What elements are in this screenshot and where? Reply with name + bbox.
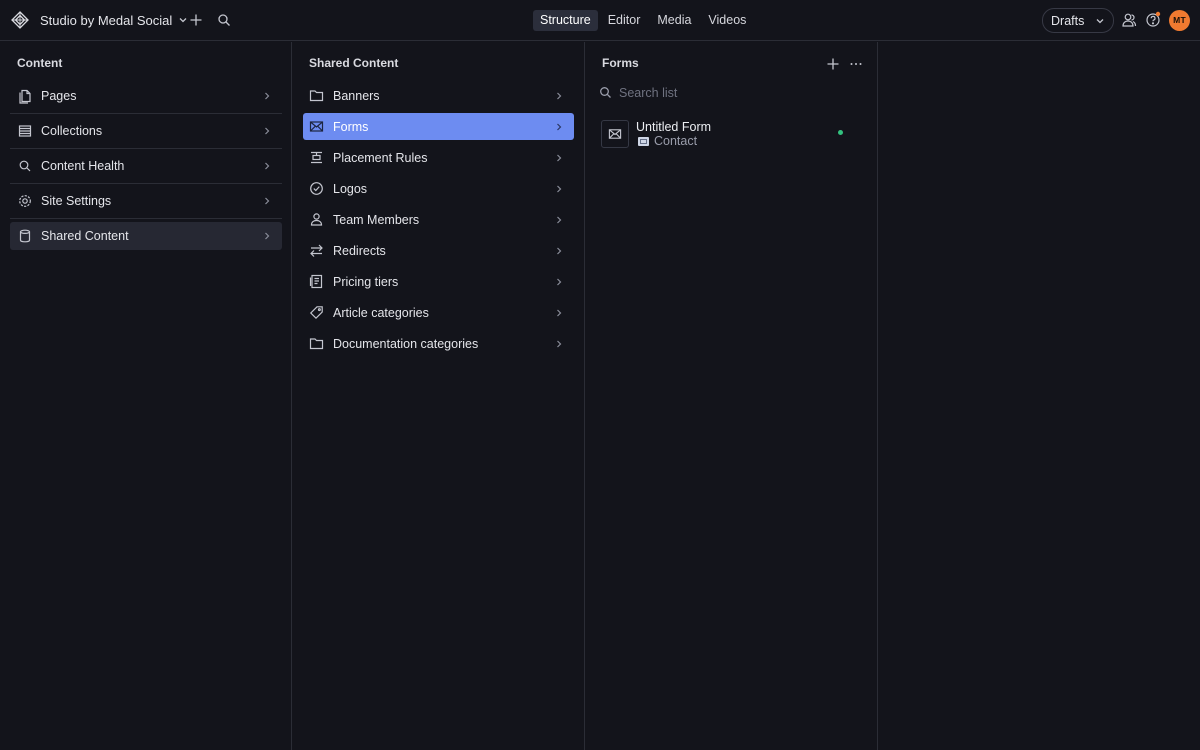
- tab-media[interactable]: Media: [650, 10, 698, 31]
- chevron-right-icon: [554, 339, 564, 349]
- nav-item-collections[interactable]: Collections: [10, 117, 282, 145]
- workspace-switcher[interactable]: Studio by Medal Social: [40, 10, 188, 30]
- chevron-right-icon: [554, 308, 564, 318]
- tab-videos[interactable]: Videos: [701, 10, 753, 31]
- list-item-label: Forms: [333, 120, 369, 134]
- plus-icon[interactable]: [824, 55, 842, 73]
- chevron-right-icon: [554, 153, 564, 163]
- chevron-right-icon: [554, 246, 564, 256]
- studio-logo-icon[interactable]: [11, 11, 29, 29]
- search-list: [599, 82, 859, 104]
- tab-structure[interactable]: Structure: [533, 10, 598, 31]
- list-item-label: Banners: [333, 89, 380, 103]
- users-icon[interactable]: [1120, 11, 1138, 29]
- pane-title: Forms: [602, 56, 639, 70]
- content-pane: Content Pages Collections Content Health…: [0, 42, 292, 750]
- list-item-documentation-categories[interactable]: Documentation categories: [303, 330, 574, 357]
- nav-item-label: Content Health: [41, 159, 125, 173]
- status-dot: [838, 130, 843, 135]
- list-item-label: Article categories: [333, 306, 429, 320]
- mode-tabs: Structure Editor Media Videos: [533, 10, 753, 31]
- document-subtitle: Contact: [638, 134, 697, 148]
- plus-icon[interactable]: [187, 11, 205, 29]
- divider: [10, 183, 282, 184]
- nav-item-label: Collections: [41, 124, 103, 138]
- envelope-icon: [309, 119, 324, 134]
- nav-item-shared-content[interactable]: Shared Content: [10, 222, 282, 250]
- list-item-team-members[interactable]: Team Members: [303, 206, 574, 233]
- notification-dot: [1155, 11, 1161, 17]
- drafts-label: Drafts: [1051, 13, 1085, 28]
- align-icon: [309, 150, 324, 165]
- chevron-right-icon: [554, 91, 564, 101]
- list-icon: [17, 123, 33, 139]
- divider: [10, 148, 282, 149]
- forms-pane: Forms Untitled Form Contact: [585, 42, 878, 750]
- list-item-banners[interactable]: Banners: [303, 82, 574, 109]
- contact-icon: [638, 136, 649, 146]
- nav-item-content-health[interactable]: Content Health: [10, 152, 282, 180]
- chevron-right-icon: [554, 215, 564, 225]
- nav-item-site-settings[interactable]: Site Settings: [10, 187, 282, 215]
- chevron-right-icon: [262, 196, 272, 206]
- list-item-placement-rules[interactable]: Placement Rules: [303, 144, 574, 171]
- list-item-label: Redirects: [333, 244, 386, 258]
- pane-title: Shared Content: [309, 56, 399, 70]
- search-input[interactable]: [619, 84, 849, 102]
- search-icon: [17, 158, 33, 174]
- nav-item-pages[interactable]: Pages: [10, 82, 282, 110]
- chevron-right-icon: [262, 91, 272, 101]
- chevron-right-icon: [554, 277, 564, 287]
- pane-title: Content: [17, 56, 63, 70]
- nav-item-label: Site Settings: [41, 194, 112, 208]
- tab-editor[interactable]: Editor: [601, 10, 648, 31]
- list-item-redirects[interactable]: Redirects: [303, 237, 574, 264]
- database-icon: [17, 228, 33, 244]
- list-item-logos[interactable]: Logos: [303, 175, 574, 202]
- document-title: Untitled Form: [636, 120, 712, 134]
- search-icon: [599, 86, 612, 99]
- document-item[interactable]: Untitled Form Contact: [601, 119, 863, 149]
- list-item-label: Placement Rules: [333, 151, 428, 165]
- list-item-label: Pricing tiers: [333, 275, 399, 289]
- chevron-right-icon: [262, 126, 272, 136]
- search-icon[interactable]: [215, 11, 233, 29]
- shared-content-pane: Shared Content Banners Forms Placement R…: [292, 42, 585, 750]
- list-item-pricing-tiers[interactable]: Pricing tiers: [303, 268, 574, 295]
- perspective-dropdown[interactable]: Drafts: [1042, 8, 1114, 33]
- workspace-name: Studio by Medal Social: [40, 12, 173, 28]
- folder-icon: [309, 336, 324, 351]
- nav-item-label: Shared Content: [41, 229, 129, 243]
- nav-item-label: Pages: [41, 89, 77, 103]
- divider: [10, 218, 282, 219]
- top-bar: Studio by Medal Social Structure Editor …: [0, 0, 1200, 41]
- list-item-forms[interactable]: Forms: [303, 113, 574, 140]
- gear-icon: [17, 193, 33, 209]
- list-item-article-categories[interactable]: Article categories: [303, 299, 574, 326]
- chevron-down-icon: [1095, 16, 1105, 26]
- list-item-label: Documentation categories: [333, 337, 479, 351]
- receipt-icon: [309, 274, 324, 289]
- list-item-label: Logos: [333, 182, 368, 196]
- document-type-label: Contact: [654, 134, 698, 148]
- divider: [10, 113, 282, 114]
- pages-icon: [17, 88, 33, 104]
- envelope-icon: [601, 120, 629, 148]
- chevron-right-icon: [262, 231, 272, 241]
- tag-icon: [309, 305, 324, 320]
- more-options-icon[interactable]: [847, 55, 865, 73]
- chevron-right-icon: [554, 184, 564, 194]
- chevron-right-icon: [554, 122, 564, 132]
- folder-icon: [309, 88, 324, 103]
- person-icon: [309, 212, 324, 227]
- avatar[interactable]: MT: [1169, 10, 1190, 31]
- arrows-icon: [309, 243, 324, 258]
- chevron-right-icon: [262, 161, 272, 171]
- list-item-label: Team Members: [333, 213, 420, 227]
- check-circle-icon: [309, 181, 324, 196]
